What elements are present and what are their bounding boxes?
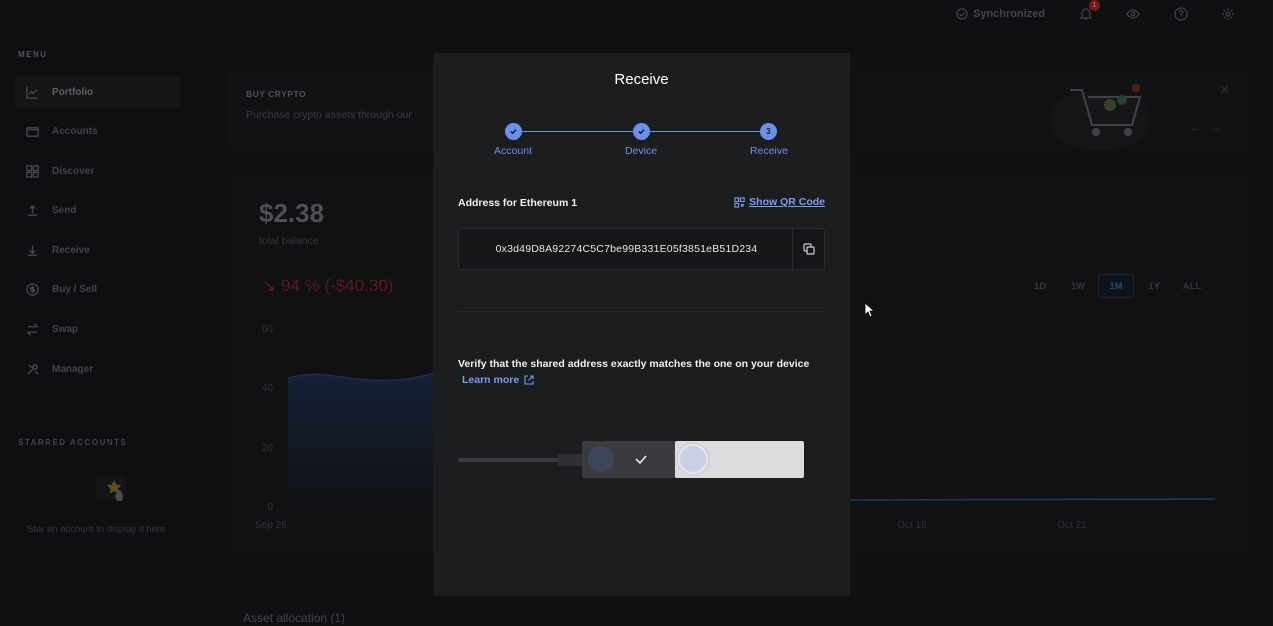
- step-connector: [522, 131, 641, 132]
- step-account-dot: [505, 123, 522, 140]
- mouse-cursor-icon: [864, 302, 874, 318]
- verify-instructions: Verify that the shared address exactly m…: [458, 356, 818, 388]
- app-window: MENU Portfolio Accounts Discover Send Re…: [0, 0, 1273, 626]
- step-label-receive: Receive: [750, 145, 788, 157]
- address-value: 0x3d49D8A92274C5C7be99B331E05f3851eB51D2…: [495, 243, 758, 255]
- check-icon: [510, 129, 517, 135]
- stepper: 3 Account Device Receive: [433, 121, 850, 161]
- learn-more-label: Learn more: [462, 374, 520, 386]
- copy-icon: [802, 243, 815, 255]
- check-icon: [638, 129, 645, 135]
- ledger-device-illustration: [458, 441, 804, 478]
- copy-address-button[interactable]: [792, 229, 824, 269]
- learn-more-link[interactable]: Learn more: [462, 372, 534, 388]
- show-qr-code-link[interactable]: Show QR Code: [734, 196, 825, 208]
- show-qr-code-label: Show QR Code: [749, 196, 825, 208]
- receive-modal: Receive 3 Account Device Receive Address…: [433, 53, 850, 596]
- verify-text: Verify that the shared address exactly m…: [458, 358, 810, 370]
- external-link-icon: [524, 375, 534, 385]
- step-receive-dot: 3: [760, 123, 777, 140]
- qr-code-icon: [734, 196, 745, 208]
- address-field[interactable]: 0x3d49D8A92274C5C7be99B331E05f3851eB51D2…: [458, 228, 825, 270]
- address-label: Address for Ethereum 1: [458, 197, 578, 209]
- divider: [458, 311, 825, 312]
- step-label-device: Device: [624, 145, 658, 157]
- step-label-account: Account: [494, 145, 532, 157]
- step-connector: [650, 131, 769, 132]
- modal-title: Receive: [614, 71, 669, 88]
- step-device-dot: [633, 123, 650, 140]
